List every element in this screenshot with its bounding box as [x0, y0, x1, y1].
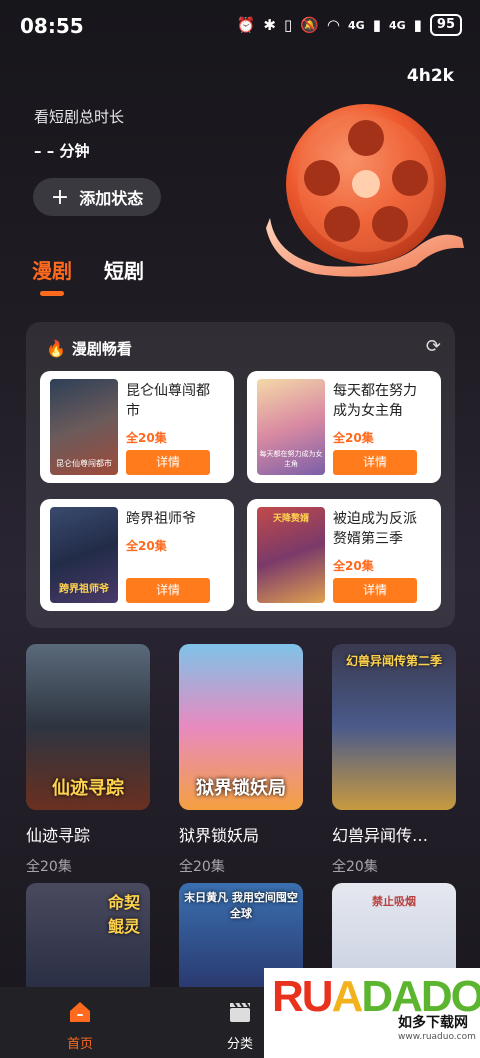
- card-cover: 天降赘婿: [257, 507, 325, 603]
- poster-caption: 幻兽异闻传第二季: [345, 654, 442, 668]
- drama-poster: 仙迹寻踪: [26, 644, 150, 810]
- signal-icon-2: ▮: [413, 16, 422, 34]
- drama-item[interactable]: 命契鲲灵: [26, 883, 150, 987]
- battery-indicator: 95: [429, 14, 462, 36]
- cover-text: 昆仑仙尊闯都市: [56, 459, 112, 468]
- nav-home[interactable]: 首页: [50, 999, 110, 1052]
- bluetooth-icon: ✱: [263, 16, 276, 34]
- add-status-button[interactable]: + 添加状态: [33, 178, 161, 216]
- drama-title: 狱界锁妖局: [179, 826, 260, 845]
- signal-icon: ▮: [372, 16, 381, 34]
- panel-title-text: 漫剧畅看: [71, 340, 132, 358]
- tab-duanju[interactable]: 短剧: [104, 255, 144, 284]
- card-episodes: 全20集: [333, 559, 374, 573]
- card-episodes: 全20集: [126, 431, 167, 445]
- drama-poster: 狱界锁妖局: [179, 644, 303, 810]
- total-watch-value: – – 分钟: [34, 142, 90, 160]
- card-title: 昆仑仙尊闯都市: [126, 383, 210, 419]
- plus-icon: +: [50, 184, 70, 210]
- total-watch-label: 看短剧总时长: [34, 108, 125, 126]
- card-cover: 跨界祖师爷: [50, 507, 118, 603]
- nav-category-label: 分类: [226, 1037, 253, 1052]
- featured-card[interactable]: 每天都在努力成为女主角 每天都在努力成为女主角 全20集 详情: [247, 371, 441, 483]
- drama-episodes: 全20集: [179, 859, 225, 875]
- details-button[interactable]: 详情: [333, 578, 417, 603]
- poster-caption: 末日黄凡 我用空间囤空全球: [184, 891, 298, 920]
- home-icon: [70, 1002, 90, 1022]
- watch-time: 4h2k: [406, 66, 454, 86]
- featured-panel: 🔥 漫剧畅看 ⟳ 昆仑仙尊闯都市 昆仑仙尊闯都市 全20集 详情 每天都在努力成…: [26, 322, 455, 628]
- drama-episodes: 全20集: [332, 859, 378, 875]
- film-reel-icon: [266, 104, 464, 277]
- card-cover: 每天都在努力成为女主角: [257, 379, 325, 475]
- drama-item[interactable]: 狱界锁妖局 狱界锁妖局 全20集: [179, 644, 303, 876]
- card-cover: 昆仑仙尊闯都市: [50, 379, 118, 475]
- status-icons: ⏰ ✱ ▯ 🔕 ◠ 4G ▮ 4G ▮ 95: [237, 14, 462, 36]
- nav-category[interactable]: 分类: [210, 999, 270, 1052]
- alarm-icon: ⏰: [236, 16, 256, 34]
- featured-card[interactable]: 天降赘婿 被迫成为反派赘婿第三季 全20集 详情: [247, 499, 441, 611]
- flame-icon: 🔥: [46, 339, 66, 358]
- card-episodes: 全20集: [333, 431, 374, 445]
- drama-title: 仙迹寻踪: [26, 826, 91, 845]
- cover-text: 每天都在努力成为女主角: [259, 450, 323, 468]
- status-time: 08:55: [20, 14, 84, 38]
- network-indicator: 4G: [348, 18, 365, 32]
- cover-text: 天降赘婿: [272, 514, 309, 524]
- drama-poster: 幻兽异闻传第二季: [332, 644, 456, 810]
- drama-item[interactable]: 仙迹寻踪 仙迹寻踪 全20集: [26, 644, 150, 876]
- poster-caption: 狱界锁妖局: [196, 778, 286, 799]
- details-button[interactable]: 详情: [333, 450, 417, 475]
- poster-caption: 仙迹寻踪: [52, 778, 124, 799]
- mute-icon: 🔕: [300, 16, 319, 34]
- add-status-label: 添加状态: [79, 189, 144, 208]
- featured-card[interactable]: 跨界祖师爷 跨界祖师爷 全20集 详情: [40, 499, 234, 611]
- vibrate-icon: ▯: [283, 16, 293, 34]
- status-bar: 08:55 ⏰ ✱ ▯ 🔕 ◠ 4G ▮ 4G ▮ 95: [0, 0, 480, 52]
- drama-title: 幻兽异闻传…: [332, 826, 429, 845]
- poster-caption: 禁止吸烟: [372, 895, 416, 908]
- panel-title: 🔥 漫剧畅看: [46, 338, 132, 359]
- refresh-icon[interactable]: ⟳: [426, 336, 441, 357]
- drama-item[interactable]: 幻兽异闻传第二季 幻兽异闻传… 全20集: [332, 644, 456, 876]
- featured-card[interactable]: 昆仑仙尊闯都市 昆仑仙尊闯都市 全20集 详情: [40, 371, 234, 483]
- nav-home-label: 首页: [66, 1037, 93, 1052]
- category-tabs: 漫剧 短剧: [32, 255, 144, 296]
- watermark-subtitle: 如多下载网: [398, 1015, 468, 1031]
- watermark-url: www.ruaduo.com: [398, 1032, 476, 1042]
- watermark-logo: RUADADO 如多下载网 www.ruaduo.com: [264, 968, 480, 1058]
- card-title: 被迫成为反派赘婿第三季: [333, 511, 417, 547]
- card-episodes: 全20集: [126, 539, 167, 553]
- tab-manju[interactable]: 漫剧: [32, 255, 72, 296]
- drama-episodes: 全20集: [26, 859, 72, 875]
- drama-poster: 命契鲲灵: [26, 883, 150, 987]
- poster-caption: 命契鲲灵: [107, 893, 140, 936]
- clapperboard-icon: [230, 1002, 250, 1022]
- card-title: 跨界祖师爷: [126, 511, 196, 527]
- details-button[interactable]: 详情: [126, 578, 210, 603]
- card-title: 每天都在努力成为女主角: [333, 383, 417, 419]
- details-button[interactable]: 详情: [126, 450, 210, 475]
- network-indicator-2: 4G: [388, 18, 406, 32]
- cover-text: 跨界祖师爷: [59, 584, 109, 595]
- wifi-icon: ◠: [326, 16, 340, 34]
